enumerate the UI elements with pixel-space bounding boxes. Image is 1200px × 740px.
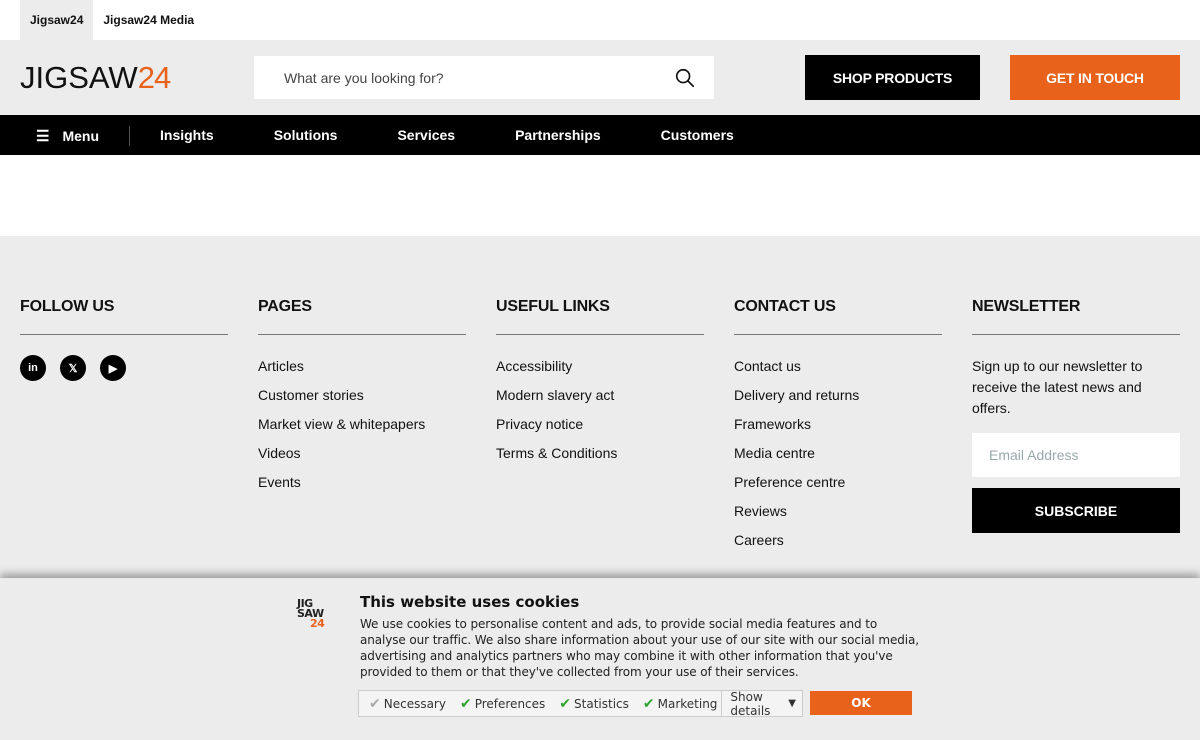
footer-link[interactable]: Contact us bbox=[734, 357, 942, 386]
newsletter-description: Sign up to our newsletter to receive the… bbox=[972, 358, 1143, 416]
footer-link[interactable]: Modern slavery act bbox=[496, 386, 704, 415]
subscribe-button[interactable]: SUBSCRIBE bbox=[972, 488, 1180, 533]
menu-button[interactable]: ☰ Menu bbox=[0, 126, 131, 146]
cookie-title: This website uses cookies bbox=[360, 593, 580, 611]
checkbox-statistics[interactable]: ✔ Statistics bbox=[559, 696, 629, 712]
footer-link[interactable]: Careers bbox=[734, 531, 942, 560]
nav-item-customers[interactable]: Customers bbox=[661, 127, 734, 143]
contact-us-heading: CONTACT US bbox=[734, 298, 942, 335]
footer-link[interactable]: Videos bbox=[258, 444, 466, 473]
content-area bbox=[0, 155, 1200, 236]
social-links: in 𝕏 ▶ bbox=[20, 355, 228, 381]
checkmark-icon: ✔ bbox=[369, 695, 381, 712]
footer-follow: FOLLOW US in 𝕏 ▶ bbox=[20, 298, 228, 381]
youtube-icon[interactable]: ▶ bbox=[100, 355, 126, 381]
jigsaw24-logo[interactable]: JIGSAW 24 bbox=[20, 60, 171, 95]
footer-link[interactable]: Media centre bbox=[734, 444, 942, 473]
email-field[interactable] bbox=[989, 447, 1169, 463]
checkmark-icon: ✔ bbox=[559, 695, 572, 712]
site-tabs: Jigsaw24 Jigsaw24 Media bbox=[0, 0, 1200, 40]
nav-item-services[interactable]: Services bbox=[397, 127, 455, 143]
cookie-logo: JIG SAW 24 bbox=[297, 597, 325, 630]
footer-useful-links: USEFUL LINKS Accessibility Modern slaver… bbox=[496, 298, 704, 473]
footer-link[interactable]: Articles bbox=[258, 357, 466, 386]
search-input[interactable] bbox=[284, 69, 674, 86]
footer-link[interactable]: Privacy notice bbox=[496, 415, 704, 444]
hamburger-icon: ☰ bbox=[36, 128, 50, 145]
cookie-consent-options: ✔ Necessary ✔ Preferences ✔ Statistics ✔… bbox=[358, 690, 803, 718]
newsletter-heading: NEWSLETTER bbox=[972, 298, 1180, 335]
footer-link[interactable]: Preference centre bbox=[734, 473, 942, 502]
footer-newsletter: NEWSLETTER Sign up to our newsletter to … bbox=[972, 298, 1180, 533]
tab-jigsaw24-media[interactable]: Jigsaw24 Media bbox=[93, 0, 204, 40]
checkmark-icon: ✔ bbox=[459, 695, 472, 712]
nav-item-solutions[interactable]: Solutions bbox=[274, 127, 338, 143]
chevron-down-icon: ▼ bbox=[788, 698, 796, 709]
footer-link[interactable]: Customer stories bbox=[258, 386, 466, 415]
footer-pages: PAGES Articles Customer stories Market v… bbox=[258, 298, 466, 502]
checkmark-icon: ✔ bbox=[642, 695, 655, 712]
footer-link[interactable]: Events bbox=[258, 473, 466, 502]
main-nav: ☰ Menu Insights Solutions Services Partn… bbox=[0, 115, 1200, 155]
footer-link[interactable]: Frameworks bbox=[734, 415, 942, 444]
nav-item-insights[interactable]: Insights bbox=[160, 127, 214, 143]
cookie-banner: JIG SAW 24 This website uses cookies We … bbox=[0, 578, 1200, 740]
cookie-ok-button[interactable]: OK bbox=[810, 691, 912, 715]
footer-link[interactable]: Accessibility bbox=[496, 357, 704, 386]
checkbox-preferences[interactable]: ✔ Preferences bbox=[460, 696, 545, 712]
footer-contact: CONTACT US Contact us Delivery and retur… bbox=[734, 298, 942, 560]
search-bar bbox=[254, 56, 714, 99]
checkbox-marketing[interactable]: ✔ Marketing bbox=[643, 696, 718, 712]
cookie-description: We use cookies to personalise content an… bbox=[360, 617, 919, 679]
search-icon[interactable] bbox=[674, 67, 696, 89]
footer-link[interactable]: Delivery and returns bbox=[734, 386, 942, 415]
header: JIGSAW24 SHOP PRODUCTS GET IN TOUCH bbox=[0, 40, 1200, 115]
nav-item-partnerships[interactable]: Partnerships bbox=[515, 127, 601, 143]
follow-us-heading: FOLLOW US bbox=[20, 298, 228, 335]
x-icon[interactable]: 𝕏 bbox=[60, 355, 86, 381]
useful-links-heading: USEFUL LINKS bbox=[496, 298, 704, 335]
show-details-toggle[interactable]: Show details ▼ bbox=[721, 690, 802, 718]
checkbox-necessary[interactable]: ✔ Necessary bbox=[369, 696, 446, 712]
linkedin-icon[interactable]: in bbox=[20, 355, 46, 381]
tab-jigsaw24[interactable]: Jigsaw24 bbox=[20, 0, 94, 40]
footer-link[interactable]: Terms & Conditions bbox=[496, 444, 704, 473]
footer-link[interactable]: Reviews bbox=[734, 502, 942, 531]
pages-heading: PAGES bbox=[258, 298, 466, 335]
shop-products-button[interactable]: SHOP PRODUCTS bbox=[805, 55, 980, 100]
email-field-wrap bbox=[972, 433, 1180, 477]
footer-link[interactable]: Market view & whitepapers bbox=[258, 415, 466, 444]
get-in-touch-button[interactable]: GET IN TOUCH bbox=[1010, 55, 1180, 100]
